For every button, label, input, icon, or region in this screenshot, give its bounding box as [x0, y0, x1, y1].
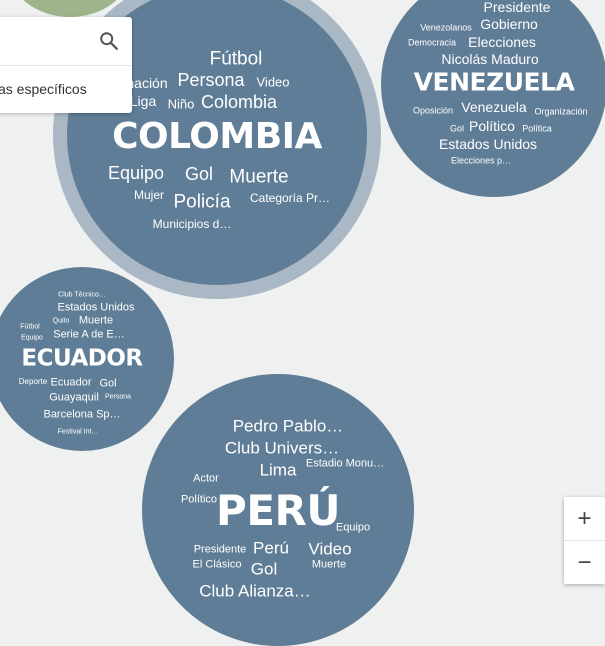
word[interactable]: Club Alianza…: [199, 583, 311, 600]
word[interactable]: Equipo: [21, 335, 43, 342]
word[interactable]: Muerte: [312, 559, 346, 571]
word[interactable]: Estadio Monu…: [306, 458, 384, 470]
zoom-in-button[interactable]: +: [564, 497, 605, 540]
word[interactable]: Categoría Pr…: [250, 192, 330, 204]
word[interactable]: Presidente: [484, 0, 551, 14]
bubble-title-venezuela[interactable]: VENEZUELA: [414, 70, 575, 95]
word[interactable]: Gol: [251, 561, 277, 578]
word[interactable]: Festival Int…: [58, 429, 99, 436]
bubble-title-colombia[interactable]: COLOMBIA: [112, 119, 322, 155]
word[interactable]: El Clásico: [193, 559, 242, 571]
word[interactable]: Mujer: [134, 189, 164, 201]
word[interactable]: Colombia: [201, 93, 277, 111]
word[interactable]: Venezolanos: [420, 23, 472, 33]
word[interactable]: Gobierno: [480, 17, 538, 31]
word[interactable]: Deporte: [19, 378, 47, 386]
word[interactable]: Gol: [450, 124, 464, 134]
word[interactable]: Club Univers…: [225, 440, 339, 457]
word[interactable]: Estados Unidos: [57, 302, 134, 314]
word[interactable]: Video: [256, 76, 289, 89]
word[interactable]: Quito: [53, 318, 70, 325]
word[interactable]: nación: [126, 76, 167, 90]
word[interactable]: Club Técnico…: [58, 292, 106, 299]
bubble-title-peru[interactable]: PERÚ: [216, 490, 340, 532]
word[interactable]: Estados Unidos: [439, 137, 537, 151]
word[interactable]: Muerte: [79, 315, 113, 327]
word[interactable]: Barcelona Sp…: [43, 409, 120, 421]
word[interactable]: Persona: [177, 71, 244, 89]
word[interactable]: Video: [308, 541, 351, 558]
word[interactable]: Fútbol: [210, 50, 263, 69]
search-panel: as específicos: [0, 17, 132, 113]
word[interactable]: Gol: [99, 378, 116, 390]
bubble-title-ecuador[interactable]: ECUADOR: [21, 347, 143, 371]
word[interactable]: Serie A de E…: [53, 329, 125, 341]
bubble-peru[interactable]: Pedro Pablo… Club Univers… Lima Estadio …: [142, 374, 414, 646]
word[interactable]: Oposición: [413, 106, 453, 116]
bubble-ecuador[interactable]: Club Técnico… Estados Unidos Quito Muert…: [0, 267, 174, 451]
word[interactable]: Político: [181, 494, 217, 506]
zoom-out-button[interactable]: −: [564, 540, 605, 584]
word[interactable]: Lima: [260, 462, 297, 479]
word[interactable]: Venezuela: [461, 100, 526, 114]
word[interactable]: Equipo: [336, 522, 370, 534]
word[interactable]: Equipo: [108, 164, 164, 182]
word[interactable]: Nicolás Maduro: [441, 52, 538, 66]
word[interactable]: Persona: [105, 394, 131, 401]
word[interactable]: Policía: [173, 193, 230, 212]
zoom-controls: + −: [564, 497, 605, 584]
word[interactable]: Guayaquil: [49, 392, 99, 404]
word[interactable]: Liga: [130, 94, 156, 108]
word[interactable]: Elecciones: [468, 35, 536, 49]
word[interactable]: Pedro Pablo…: [233, 418, 344, 435]
word[interactable]: Municipios d…: [153, 218, 232, 230]
word[interactable]: Organización: [534, 107, 587, 117]
search-hint: as específicos: [0, 81, 87, 97]
word[interactable]: Político: [469, 119, 515, 133]
word[interactable]: Gol: [185, 165, 213, 183]
word[interactable]: Fútbol: [20, 324, 39, 331]
search-icon[interactable]: [98, 30, 120, 52]
word[interactable]: Democracia: [408, 38, 456, 48]
word[interactable]: Muerte: [229, 168, 288, 187]
word[interactable]: Actor: [193, 473, 219, 485]
search-input[interactable]: [0, 17, 132, 66]
word[interactable]: Política: [522, 124, 552, 134]
word[interactable]: Elecciones p…: [451, 156, 511, 166]
word[interactable]: Perú: [253, 540, 289, 557]
bubble-venezuela[interactable]: Presidente Venezolanos Gobierno Democrac…: [381, 0, 605, 197]
word[interactable]: Presidente: [194, 544, 247, 556]
word[interactable]: Ecuador: [51, 377, 92, 389]
word[interactable]: Niño: [168, 98, 195, 111]
